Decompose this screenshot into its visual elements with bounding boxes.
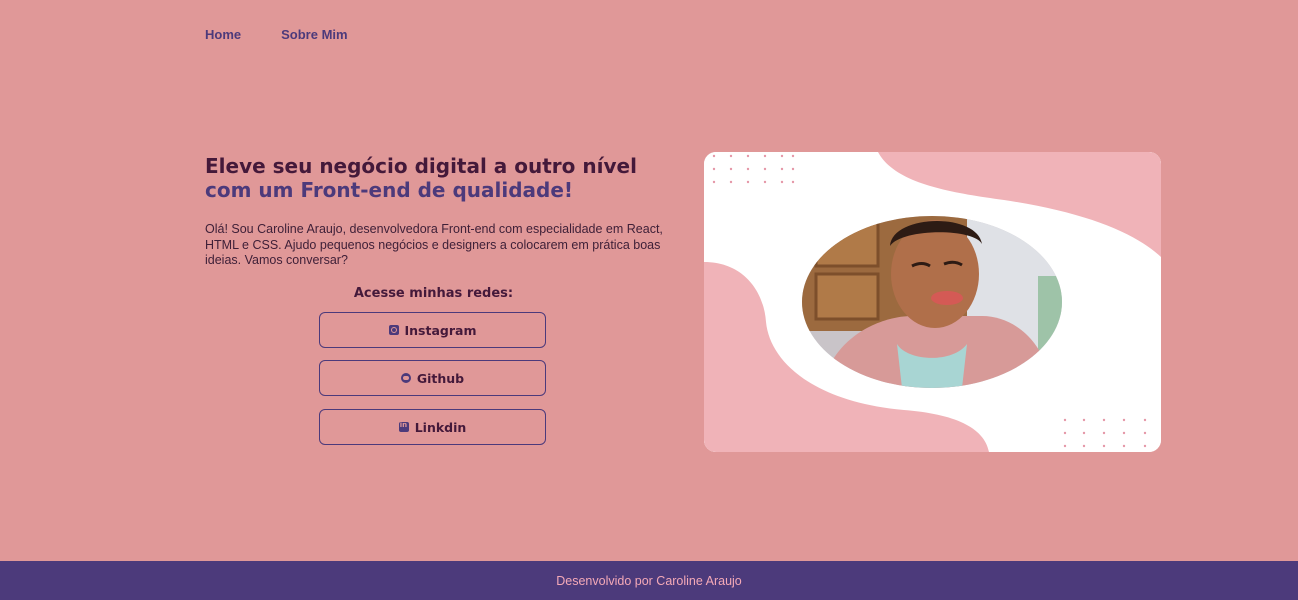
- github-button[interactable]: Github: [319, 360, 546, 396]
- linkedin-icon: [398, 421, 409, 432]
- instagram-button[interactable]: Instagram: [319, 312, 546, 348]
- github-label: Github: [416, 370, 465, 386]
- profile-photo-illustration: [802, 216, 1062, 388]
- linkedin-button[interactable]: Linkdin: [319, 409, 546, 445]
- linkedin-label: Linkdin: [414, 419, 467, 435]
- top-nav: Home Sobre Mim: [205, 27, 348, 42]
- nav-home-link[interactable]: Home: [205, 27, 241, 42]
- hero-headline: Eleve seu negócio digital a outro nível …: [205, 154, 675, 202]
- hero-image-card: [704, 152, 1161, 452]
- profile-photo: [802, 216, 1062, 388]
- github-icon: [400, 373, 411, 383]
- instagram-label: Instagram: [404, 322, 477, 338]
- footer-credit: Desenvolvido por Caroline Araujo: [556, 573, 742, 588]
- page-footer: Desenvolvido por Caroline Araujo: [0, 561, 1298, 600]
- socials-title: Acesse minhas redes:: [353, 286, 514, 301]
- hero-title-line1: Eleve seu negócio digital a outro nível: [205, 154, 637, 178]
- nav-about-link[interactable]: Sobre Mim: [281, 27, 347, 42]
- hero-title-line2: com um Front-end de qualidade!: [205, 178, 574, 202]
- hero-intro-text: Olá! Sou Caroline Araujo, desenvolvedora…: [205, 222, 663, 267]
- instagram-icon: [388, 325, 399, 335]
